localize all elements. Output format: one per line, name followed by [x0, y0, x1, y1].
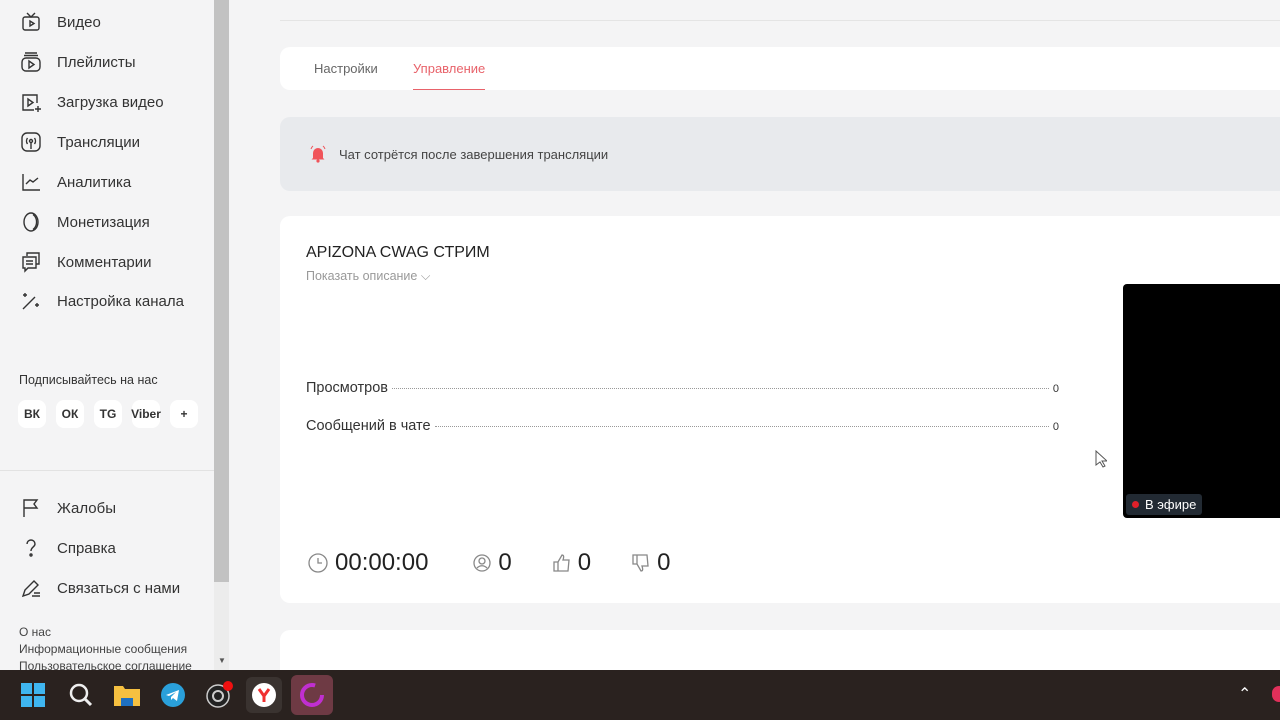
- stream-preview[interactable]: В эфире: [1123, 284, 1280, 518]
- chevron-up-icon[interactable]: ⌃: [1238, 684, 1251, 704]
- next-card: [280, 630, 1280, 670]
- tab-bar: Настройки Управление: [280, 47, 1280, 90]
- app-icon[interactable]: [291, 675, 333, 715]
- sidebar-item-label: Видео: [57, 13, 101, 31]
- live-label: В эфире: [1145, 497, 1197, 512]
- viewer-icon: [473, 554, 492, 572]
- broadcast-icon: [21, 132, 41, 152]
- viewers-count: 0: [498, 549, 512, 576]
- sidebar-item-label: Справка: [57, 539, 116, 557]
- thumbs-down-icon: [632, 554, 649, 572]
- file-explorer-icon[interactable]: [109, 677, 145, 713]
- row-value: 0: [1052, 421, 1059, 433]
- windows-start-icon[interactable]: [15, 677, 51, 713]
- duration: 00:00:00: [335, 549, 429, 576]
- obs-icon[interactable]: [201, 677, 237, 713]
- zen-link[interactable]: +: [170, 400, 198, 428]
- follow-label: Подписывайтесь на нас: [19, 373, 158, 387]
- show-description-label: Показать описание: [306, 269, 418, 283]
- sidebar-item-complaints[interactable]: Жалобы: [20, 496, 116, 520]
- telegram-link[interactable]: TG: [94, 400, 122, 428]
- chat-alert: Чат сотрётся после завершения трансляции: [280, 117, 1280, 191]
- divider: [0, 470, 214, 471]
- scrollbar-thumb[interactable]: [214, 0, 229, 582]
- comments-icon: [22, 252, 40, 273]
- likes-count: 0: [577, 549, 592, 576]
- sidebar-item-label: Трансляции: [57, 133, 141, 151]
- stream-card: APIZONA CWAG СТРИМ Показать описание ⌵ П…: [280, 216, 1280, 603]
- search-icon[interactable]: [63, 677, 99, 713]
- sidebar-item-label: Жалобы: [57, 499, 116, 517]
- sidebar-item-label: Плейлисты: [57, 53, 136, 71]
- views-row: Просмотров 0: [306, 380, 1059, 396]
- coin-icon: [23, 212, 39, 232]
- sidebar-item-video[interactable]: Видео: [20, 10, 101, 34]
- tray-app-icon[interactable]: [1272, 686, 1280, 702]
- alert-text: Чат сотрётся после завершения трансляции: [339, 146, 609, 162]
- sidebar-item-label: Загрузка видео: [57, 93, 164, 111]
- thumbs-up-icon: [553, 554, 570, 572]
- row-value: 0: [1052, 383, 1059, 395]
- dislikes-count: 0: [657, 549, 671, 576]
- row-label: Сообщений в чате: [306, 418, 431, 434]
- question-icon: [26, 539, 36, 557]
- clock-icon: [308, 553, 328, 573]
- yandex-browser-icon[interactable]: [246, 677, 282, 713]
- sidebar-item-label: Настройка канала: [57, 292, 184, 310]
- bell-icon: [310, 145, 326, 163]
- stream-stats: 00:00:00 0 0 0: [307, 549, 711, 577]
- vk-link[interactable]: ВК: [18, 400, 46, 428]
- live-badge: В эфире: [1126, 494, 1203, 515]
- playlist-icon: [21, 52, 41, 72]
- tab-settings[interactable]: Настройки: [314, 61, 378, 76]
- show-description-button[interactable]: Показать описание ⌵: [306, 269, 430, 284]
- footer-link-terms[interactable]: Пользовательское соглашение: [19, 659, 192, 670]
- sidebar-item-channel-settings[interactable]: Настройка канала: [20, 289, 184, 313]
- live-dot-icon: [1132, 501, 1139, 508]
- header-divider: [280, 20, 1280, 21]
- ok-link[interactable]: ОК: [56, 400, 84, 428]
- sidebar-scrollbar[interactable]: ▼: [214, 0, 229, 670]
- telegram-icon[interactable]: [155, 677, 191, 713]
- tab-management[interactable]: Управление: [413, 61, 486, 90]
- sidebar-item-label: Связаться с нами: [57, 579, 181, 597]
- chat-messages-row: Сообщений в чате 0: [306, 418, 1059, 434]
- stream-title: APIZONA CWAG СТРИМ: [306, 244, 490, 261]
- sidebar: Видео Плейлисты Загрузка видео Трансляци…: [0, 0, 214, 670]
- tv-icon: [22, 12, 40, 31]
- footer-link-info[interactable]: Информационные сообщения: [19, 642, 187, 656]
- sidebar-item-playlists[interactable]: Плейлисты: [20, 50, 136, 74]
- mouse-cursor-icon: [1095, 450, 1107, 468]
- analytics-icon: [22, 174, 40, 191]
- magic-wand-icon: [22, 293, 39, 310]
- viber-link[interactable]: Viber: [131, 400, 161, 428]
- sidebar-item-label: Комментарии: [57, 253, 152, 271]
- sidebar-item-comments[interactable]: Комментарии: [20, 250, 151, 274]
- sidebar-item-upload[interactable]: Загрузка видео: [20, 90, 164, 114]
- upload-video-icon: [22, 94, 41, 112]
- pen-icon: [21, 580, 40, 598]
- flag-icon: [23, 499, 39, 517]
- sidebar-item-label: Аналитика: [57, 173, 132, 191]
- sidebar-item-monetization[interactable]: Монетизация: [20, 210, 150, 234]
- sidebar-item-label: Монетизация: [57, 213, 150, 231]
- scroll-down-icon[interactable]: ▼: [218, 656, 226, 665]
- sidebar-item-broadcasts[interactable]: Трансляции: [20, 130, 140, 154]
- sidebar-item-help[interactable]: Справка: [20, 536, 116, 560]
- taskbar: ⌃: [0, 670, 1280, 720]
- sidebar-item-analytics[interactable]: Аналитика: [20, 170, 131, 194]
- row-label: Просмотров: [306, 380, 388, 396]
- chevron-down-icon: ⌵: [420, 269, 431, 283]
- footer-link-about[interactable]: О нас: [19, 625, 51, 639]
- sidebar-item-contact[interactable]: Связаться с нами: [20, 576, 180, 600]
